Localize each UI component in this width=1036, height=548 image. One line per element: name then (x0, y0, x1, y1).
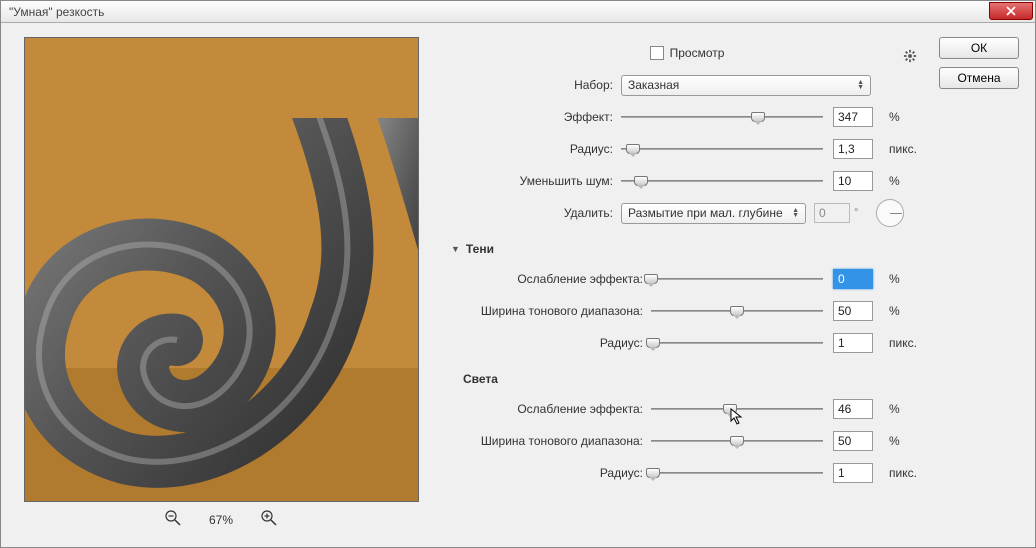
angle-input: 0 (814, 203, 850, 223)
select-arrows-icon: ▲▼ (857, 80, 864, 90)
shadows-tonal-slider[interactable] (651, 304, 823, 318)
window-title: "Умная" резкость (5, 5, 104, 19)
preview-checkbox[interactable] (650, 46, 664, 60)
highlights-fade-label: Ослабление эффекта: (451, 402, 651, 416)
preview-image[interactable] (24, 37, 419, 502)
highlights-fade-slider[interactable] (651, 402, 823, 416)
select-arrows-icon: ▲▼ (792, 208, 799, 218)
noise-label: Уменьшить шум: (451, 174, 621, 188)
preview-checkbox-label: Просмотр (670, 46, 725, 60)
gear-icon[interactable] (903, 49, 917, 66)
set-label: Набор: (451, 78, 621, 92)
disclosure-triangle-icon: ▼ (451, 244, 460, 254)
shadows-section-header[interactable]: ▼ Тени (451, 235, 923, 263)
amount-input[interactable] (833, 107, 873, 127)
zoom-percent: 67% (209, 513, 233, 527)
highlights-radius-label: Радиус: (451, 466, 651, 480)
highlights-tonal-label: Ширина тонового диапазона: (451, 434, 651, 448)
radius-slider[interactable] (621, 142, 823, 156)
highlights-section-header: Света (451, 365, 923, 393)
shadows-fade-label: Ослабление эффекта: (451, 272, 651, 286)
shadows-radius-slider[interactable] (651, 336, 823, 350)
zoom-out-icon[interactable] (165, 510, 181, 529)
preview-artwork (24, 118, 419, 502)
shadows-tonal-label: Ширина тонового диапазона: (451, 304, 651, 318)
shadows-radius-input[interactable] (833, 333, 873, 353)
highlights-radius-input[interactable] (833, 463, 873, 483)
amount-label: Эффект: (451, 110, 621, 124)
radius-input[interactable] (833, 139, 873, 159)
highlights-tonal-input[interactable] (833, 431, 873, 451)
highlights-fade-input[interactable] (833, 399, 873, 419)
highlights-radius-slider[interactable] (651, 466, 823, 480)
shadows-radius-label: Радиус: (451, 336, 651, 350)
smart-sharpen-dialog: "Умная" резкость (0, 0, 1036, 548)
close-button[interactable] (989, 2, 1033, 20)
highlights-tonal-slider[interactable] (651, 434, 823, 448)
angle-dial[interactable] (876, 199, 904, 227)
radius-label: Радиус: (451, 142, 621, 156)
zoom-in-icon[interactable] (261, 510, 277, 529)
noise-slider[interactable] (621, 174, 823, 188)
cancel-button[interactable]: Отмена (939, 67, 1019, 89)
shadows-fade-input[interactable] (833, 269, 873, 289)
amount-slider[interactable] (621, 110, 823, 124)
close-icon (1006, 6, 1016, 16)
ok-button[interactable]: ОК (939, 37, 1019, 59)
noise-input[interactable] (833, 171, 873, 191)
shadows-fade-slider[interactable] (651, 272, 823, 286)
titlebar: "Умная" резкость (1, 1, 1035, 23)
remove-label: Удалить: (451, 206, 621, 220)
shadows-tonal-input[interactable] (833, 301, 873, 321)
remove-select[interactable]: Размытие при мал. глубине ▲▼ (621, 203, 806, 224)
preset-select[interactable]: Заказная ▲▼ (621, 75, 871, 96)
